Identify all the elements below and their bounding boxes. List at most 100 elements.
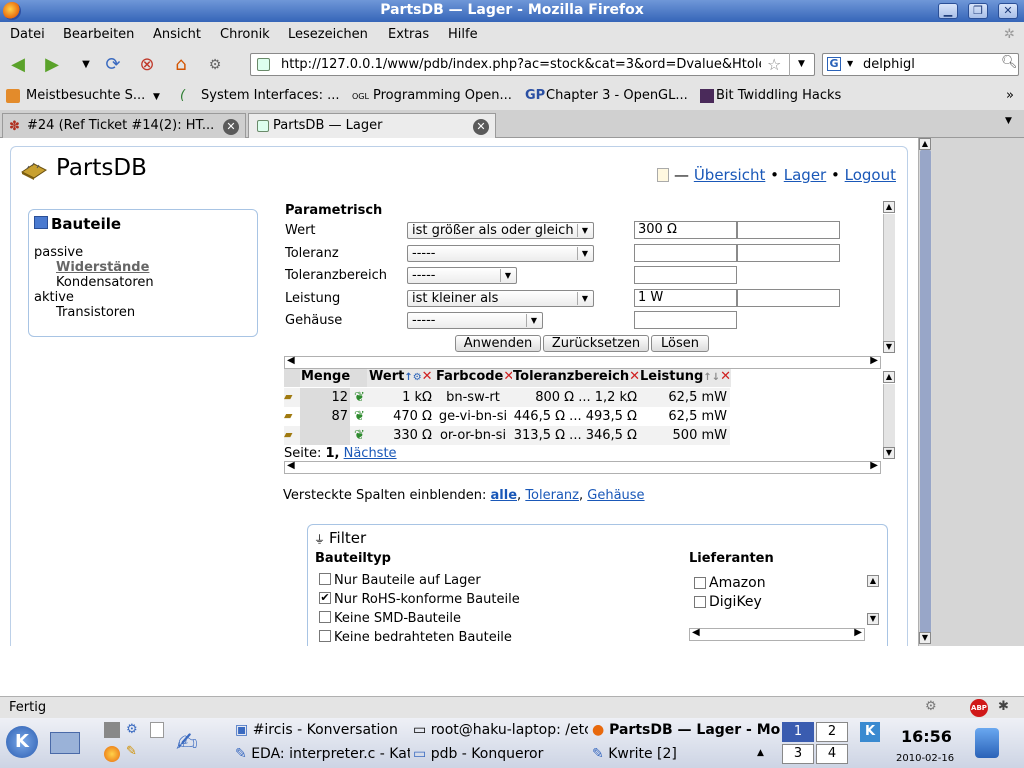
nav-link-lager[interactable]: Lager xyxy=(784,166,826,184)
adblock-icon[interactable]: ABP xyxy=(970,699,988,717)
next-page-link[interactable]: Nächste xyxy=(344,446,397,461)
bookmark-star-icon[interactable]: ☆ xyxy=(767,55,781,74)
task-kate[interactable]: ✎ EDA: interpreter.c - Kate xyxy=(235,746,410,762)
part-icon[interactable]: ▰ xyxy=(284,428,300,441)
desktop-pager-2[interactable]: 2 xyxy=(816,722,848,742)
task-kwrite[interactable]: ✎ Kwrite [2] xyxy=(592,746,677,762)
task-konversation[interactable]: ▣ #ircis - Konversation xyxy=(235,722,398,738)
hide-column-icon[interactable]: ✕ xyxy=(422,369,433,384)
close-tab-icon[interactable]: ✕ xyxy=(223,119,239,135)
scroll-up-icon[interactable]: ▲ xyxy=(867,575,879,587)
chevron-up-icon[interactable]: ▲ xyxy=(757,748,764,758)
table-row[interactable]: ▰ 87 ❦ 470 Ω ge-vi-bn-si 446,5 Ω ... 493… xyxy=(284,407,730,426)
scroll-left-icon[interactable]: ◀ xyxy=(692,627,700,638)
table-row[interactable]: ▰ ❦ 330 Ω or-or-bn-si 313,5 Ω ... 346,5 … xyxy=(284,426,730,445)
reload-icon[interactable]: ⟳ xyxy=(101,54,125,76)
scroll-right-icon[interactable]: ▶ xyxy=(870,355,878,366)
scroll-up-icon[interactable]: ▲ xyxy=(883,201,895,213)
scroll-down-icon[interactable]: ▼ xyxy=(919,632,931,644)
extension-status-icon[interactable]: ⚙ xyxy=(925,699,937,714)
bookmark-programming-opengl[interactable]: Programming Open... xyxy=(373,88,512,103)
wert-max-input[interactable] xyxy=(737,221,840,239)
konqueror-icon[interactable]: ⚙ xyxy=(126,722,138,737)
scroll-left-icon[interactable]: ◀ xyxy=(287,460,295,471)
column-header-menge[interactable]: Menge xyxy=(300,369,350,387)
clear-button[interactable]: Lösen xyxy=(651,335,709,352)
checkbox-amazon[interactable] xyxy=(694,577,706,589)
checkbox-rohs[interactable]: ✔ xyxy=(319,592,331,604)
scroll-right-icon[interactable]: ▶ xyxy=(854,627,862,638)
toleranzbereich-operator-select[interactable]: ----- ▼ xyxy=(407,267,517,284)
hide-column-icon[interactable]: ✕ xyxy=(720,369,731,384)
menu-datei[interactable]: Datei xyxy=(10,27,45,42)
category-transistoren[interactable]: Transistoren xyxy=(56,305,135,320)
reset-button[interactable]: Zurücksetzen xyxy=(543,335,649,352)
search-bar[interactable]: G ▼ delphigl 🔍︎ xyxy=(822,53,1019,76)
scroll-down-icon[interactable]: ▼ xyxy=(883,447,895,459)
task-firefox[interactable]: ● PartsDB — Lager - Mozilla Firefox xyxy=(592,722,780,738)
scroll-down-icon[interactable]: ▼ xyxy=(867,613,879,625)
leistung-max-input[interactable] xyxy=(737,289,840,307)
page-vertical-scrollbar[interactable]: ▲ ▼ xyxy=(918,138,932,646)
table-row[interactable]: ▰ 12 ❦ 1 kΩ bn-sw-rt 800 Ω ... 1,2 kΩ 62… xyxy=(284,388,730,407)
search-engine-dropdown-icon[interactable]: ▼ xyxy=(847,59,853,68)
search-icon[interactable]: 🔍︎ xyxy=(1001,55,1018,70)
checkbox-keine-bedrahtet[interactable] xyxy=(319,630,331,642)
nav-link-uebersicht[interactable]: Übersicht xyxy=(694,166,766,184)
forward-icon[interactable]: ▶ xyxy=(40,54,64,76)
clock-time[interactable]: 16:56 xyxy=(901,727,952,746)
column-header-toleranzbereich[interactable]: Toleranzbereich✕ xyxy=(512,369,640,387)
desktop-pager-1[interactable]: 1 xyxy=(782,722,814,742)
menu-ansicht[interactable]: Ansicht xyxy=(153,27,201,42)
kwrite-icon[interactable] xyxy=(150,722,164,738)
param-horizontal-scrollbar[interactable]: ◀ ▶ xyxy=(284,355,881,369)
menu-hilfe[interactable]: Hilfe xyxy=(448,27,478,42)
column-header-wert[interactable]: Wert↑⚙✕ xyxy=(367,369,434,387)
menu-chronik[interactable]: Chronik xyxy=(220,27,270,42)
sort-arrows-icon[interactable]: ↑⚙ xyxy=(404,372,421,383)
category-kondensatoren[interactable]: Kondensatoren xyxy=(56,275,154,290)
extension-icon[interactable]: ⚙ xyxy=(203,54,227,76)
table-vertical-scrollbar[interactable] xyxy=(883,384,895,447)
menu-extras[interactable]: Extras xyxy=(388,27,429,42)
scroll-up-icon[interactable]: ▲ xyxy=(883,371,895,383)
maximize-button[interactable]: ❐ xyxy=(968,3,988,19)
more-bookmarks-icon[interactable]: » xyxy=(1006,88,1014,103)
tab-partsdb[interactable]: PartsDB — Lager ✕ xyxy=(248,113,496,138)
scroll-down-icon[interactable]: ▼ xyxy=(883,341,895,353)
bookmark-chapter-3[interactable]: Chapter 3 - OpenGL... xyxy=(546,88,688,103)
wert-min-input[interactable]: 300 Ω xyxy=(634,221,737,239)
column-header-farbcode[interactable]: Farbcode✕ xyxy=(434,369,514,387)
search-input[interactable]: delphigl xyxy=(863,57,915,72)
part-icon[interactable]: ▰ xyxy=(284,409,300,422)
scroll-up-icon[interactable]: ▲ xyxy=(919,138,931,150)
kde-menu-icon[interactable]: K xyxy=(6,726,38,758)
desktop-icon[interactable] xyxy=(50,732,80,754)
nav-link-logout[interactable]: Logout xyxy=(845,166,896,184)
show-all-link[interactable]: alle xyxy=(491,488,518,503)
category-passive[interactable]: passive xyxy=(34,245,83,260)
desktop-pager-4[interactable]: 4 xyxy=(816,744,848,764)
tab-list-icon[interactable]: ▼ xyxy=(1005,116,1012,126)
leistung-operator-select[interactable]: ist kleiner als ▼ xyxy=(407,290,594,307)
terminal-icon[interactable] xyxy=(104,722,120,738)
stop-icon[interactable]: ⊗ xyxy=(135,54,159,76)
trash-icon[interactable] xyxy=(975,728,999,758)
show-gehaeuse-link[interactable]: Gehäuse xyxy=(587,488,644,503)
checkbox-keine-smd[interactable] xyxy=(319,611,331,623)
close-window-button[interactable]: ✕ xyxy=(998,3,1018,19)
param-vertical-scrollbar[interactable] xyxy=(883,214,895,341)
checkbox-auf-lager[interactable] xyxy=(319,573,331,585)
menu-bearbeiten[interactable]: Bearbeiten xyxy=(63,27,134,42)
toleranz-max-input[interactable] xyxy=(737,244,840,262)
bug-icon[interactable]: ✱ xyxy=(998,699,1009,714)
toleranzbereich-input[interactable] xyxy=(634,266,737,284)
scroll-left-icon[interactable]: ◀ xyxy=(287,355,295,366)
minimize-button[interactable]: ▁ xyxy=(938,3,958,19)
home-icon[interactable]: ⌂ xyxy=(169,54,193,76)
chevron-down-icon[interactable]: ▼ xyxy=(153,92,160,102)
gehaeuse-operator-select[interactable]: ----- ▼ xyxy=(407,312,543,329)
desktop-pager-3[interactable]: 3 xyxy=(782,744,814,764)
url-dropdown-icon[interactable]: ▼ xyxy=(789,53,813,76)
supplier-horizontal-scrollbar[interactable]: ◀ ▶ xyxy=(689,627,865,641)
